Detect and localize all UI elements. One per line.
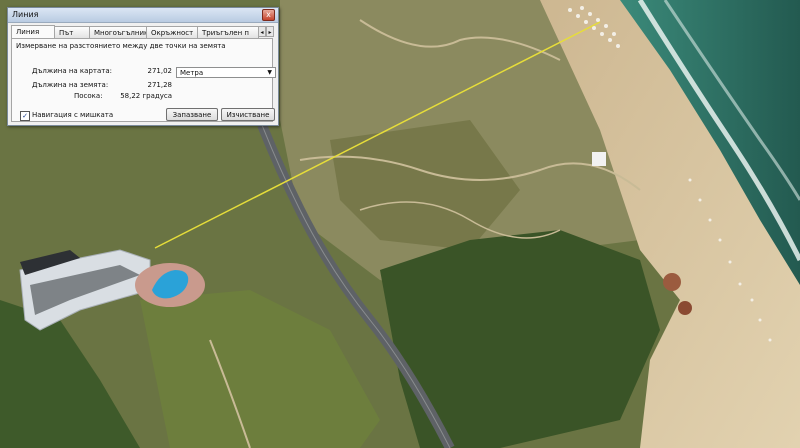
description-text: Измерване на разстоянието между две точк…	[16, 42, 226, 50]
save-button[interactable]: Запазване	[166, 108, 218, 121]
mouse-nav-checkbox[interactable]: ✓	[20, 111, 30, 121]
clear-button[interactable]: Изчистване	[221, 108, 275, 121]
tab-strip: Линия Път Многоъгълник Окръжност Триъгъл…	[11, 25, 274, 38]
close-icon[interactable]: x	[262, 9, 275, 21]
beach-hut-2	[678, 301, 692, 315]
tab-path[interactable]: Път	[54, 26, 90, 38]
unit-select-value: Метра	[180, 69, 204, 77]
ruler-dialog: Линия x Линия Път Многоъгълник Окръжност…	[7, 7, 279, 126]
tab-prev-icon[interactable]: ◂	[258, 26, 266, 37]
dialog-title: Линия	[12, 10, 39, 19]
mouse-nav-label: Навигация с мишката	[32, 111, 114, 119]
dialog-titlebar[interactable]: Линия x	[8, 8, 278, 23]
ground-length-label: Дължина на земята:	[32, 81, 109, 89]
forest	[380, 230, 660, 448]
ground-length-value: 271,28	[147, 81, 173, 89]
map-length-value: 271,02	[147, 67, 173, 75]
tab-circle[interactable]: Окръжност	[146, 26, 198, 38]
unit-select[interactable]: Метра ▼	[176, 67, 276, 78]
tab-line[interactable]: Линия	[11, 25, 55, 38]
tab-triangle[interactable]: Триъгълен п	[197, 26, 259, 38]
beach-hut	[663, 273, 681, 291]
heading-label: Посока:	[74, 92, 103, 100]
heading-value: 58,22 градуса	[120, 92, 172, 100]
tab-polygon[interactable]: Многоъгълник	[89, 26, 147, 38]
tab-next-icon[interactable]: ▸	[266, 26, 274, 37]
chevron-down-icon: ▼	[267, 69, 272, 76]
kiosk	[592, 152, 606, 166]
map-length-label: Дължина на картата:	[32, 67, 112, 75]
